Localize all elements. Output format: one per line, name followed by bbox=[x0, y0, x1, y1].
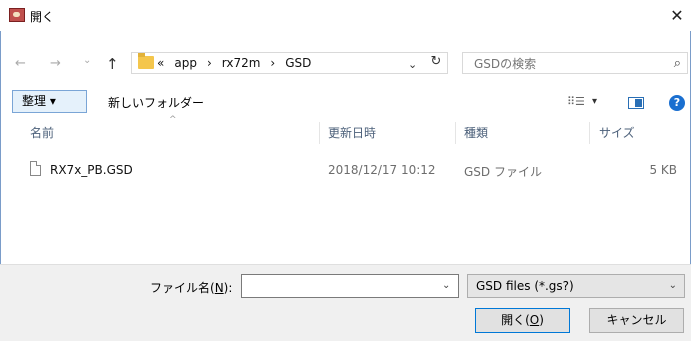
open-button[interactable]: 開く(O) bbox=[475, 308, 570, 333]
file-type: GSD ファイル bbox=[464, 165, 542, 179]
window-title: 開く bbox=[30, 10, 55, 24]
column-header-name[interactable]: 名前 bbox=[30, 124, 54, 141]
file-icon bbox=[30, 161, 41, 176]
up-arrow-icon[interactable]: ↑ bbox=[106, 55, 119, 73]
file-date: 2018/12/17 10:12 bbox=[328, 163, 436, 177]
breadcrumb-item-rx72m[interactable]: rx72m bbox=[222, 56, 261, 70]
search-icon[interactable]: ⌕ bbox=[674, 56, 681, 71]
filename-dropdown-icon[interactable]: ⌄ bbox=[442, 280, 450, 291]
cancel-button[interactable]: キャンセル bbox=[589, 308, 684, 333]
file-type-filter[interactable]: GSD files (*.gs?) ⌄ bbox=[467, 274, 685, 298]
recent-locations-icon[interactable]: ⌄ bbox=[83, 55, 91, 66]
open-accelerator: O bbox=[529, 313, 540, 327]
column-header-date[interactable]: 更新日時 bbox=[328, 124, 376, 141]
file-type-filter-value: GSD files (*.gs?) bbox=[476, 279, 574, 293]
breadcrumb: « app › rx72m › GSD bbox=[157, 56, 316, 70]
organize-button[interactable]: 整理 ▾ bbox=[12, 90, 87, 113]
filename-label: ファイル名(N): bbox=[150, 279, 232, 296]
refresh-icon[interactable]: ↻ bbox=[427, 54, 445, 72]
filename-field[interactable] bbox=[241, 274, 459, 298]
search-box[interactable]: ⌕ bbox=[462, 52, 688, 74]
breadcrumb-separator[interactable]: › bbox=[270, 56, 275, 70]
close-icon[interactable]: ✕ bbox=[662, 0, 692, 31]
help-icon[interactable]: ? bbox=[669, 95, 685, 111]
open-label: 開く( bbox=[501, 313, 530, 327]
back-arrow-icon[interactable]: ← bbox=[15, 56, 26, 71]
column-divider[interactable] bbox=[319, 122, 320, 144]
search-input[interactable] bbox=[472, 56, 656, 72]
breadcrumb-item-app[interactable]: app bbox=[174, 56, 197, 70]
chevron-down-icon[interactable]: ⌄ bbox=[669, 275, 677, 297]
breadcrumb-item-gsd[interactable]: GSD bbox=[285, 56, 311, 70]
title-bar: 開く ✕ bbox=[0, 0, 692, 31]
folder-icon bbox=[138, 53, 154, 69]
column-header-type[interactable]: 種類 bbox=[464, 124, 488, 141]
file-name[interactable]: RX7x_PB.GSD bbox=[50, 163, 133, 177]
address-dropdown-icon[interactable]: ⌄ bbox=[408, 58, 417, 71]
open-label-end: ) bbox=[539, 313, 544, 327]
address-bar[interactable]: « app › rx72m › GSD bbox=[131, 52, 448, 74]
breadcrumb-separator[interactable]: › bbox=[207, 56, 212, 70]
filename-label-text: ファイル名( bbox=[150, 281, 215, 295]
filename-accelerator: N bbox=[214, 281, 224, 295]
new-folder-button[interactable]: 新しいフォルダー bbox=[108, 94, 204, 111]
breadcrumb-overflow[interactable]: « bbox=[157, 56, 164, 70]
column-divider[interactable] bbox=[455, 122, 456, 144]
forward-arrow-icon[interactable]: → bbox=[50, 56, 61, 71]
view-dropdown-icon[interactable]: ▾ bbox=[592, 96, 597, 107]
app-icon bbox=[9, 8, 25, 22]
preview-pane-icon[interactable] bbox=[628, 97, 644, 109]
filename-label-end: ): bbox=[223, 281, 233, 295]
view-options-icon[interactable]: ⠿☰ bbox=[567, 95, 585, 108]
file-size: 5 KB bbox=[649, 163, 677, 177]
sort-ascending-icon: ^ bbox=[169, 115, 177, 125]
column-header-size[interactable]: サイズ bbox=[599, 124, 635, 141]
column-divider[interactable] bbox=[589, 122, 590, 144]
